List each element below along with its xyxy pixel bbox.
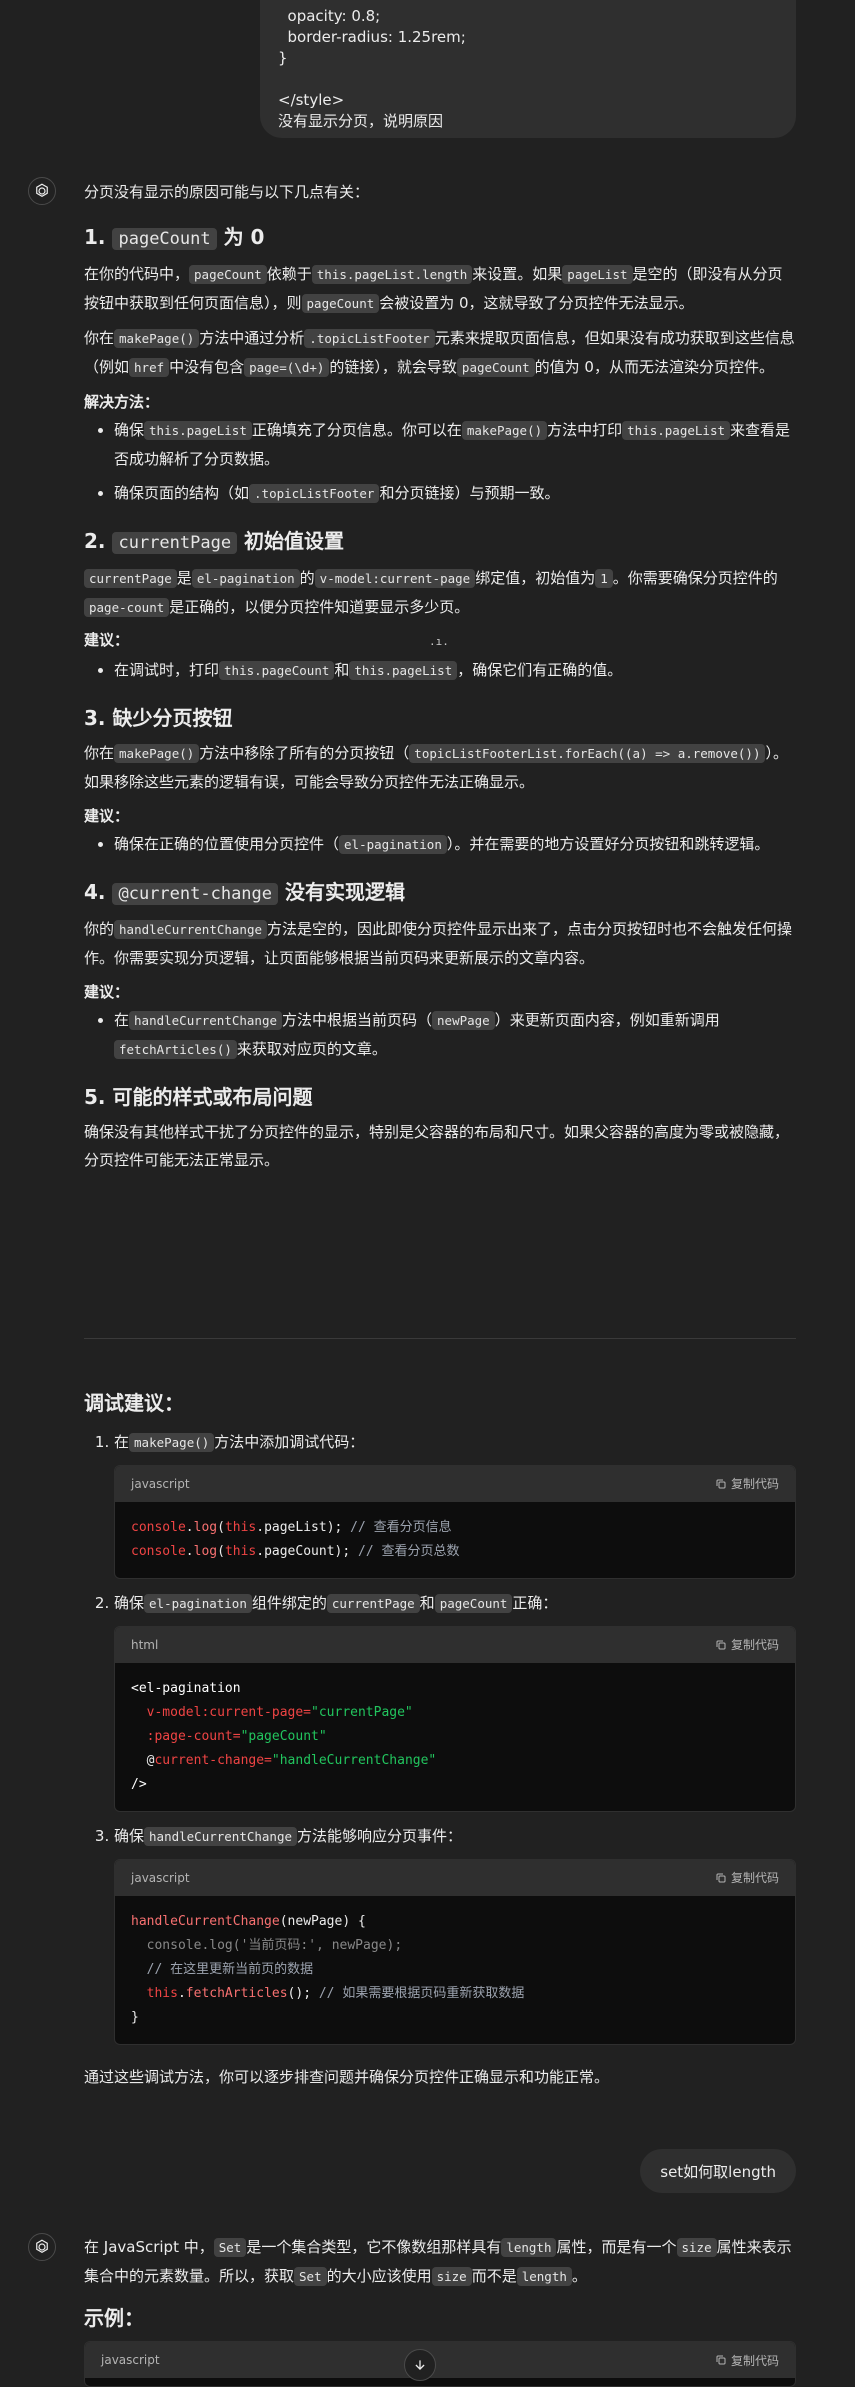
assistant-avatar — [28, 177, 56, 205]
code-language: javascript — [101, 2353, 160, 2367]
user-message-bubble: opacity: 0.8; border-radius: 1.25rem; } … — [260, 0, 796, 138]
openai-logo-icon — [36, 183, 48, 197]
code-block: javascript 复制代码 — [84, 2341, 796, 2387]
intro-text: 分页没有显示的原因可能与以下几点有关： — [84, 183, 370, 201]
openai-logo-icon — [36, 2239, 48, 2253]
inline-code: currentPage — [112, 532, 238, 554]
code-block: javascript 复制代码 handleCurrentChange(newP… — [114, 1859, 796, 2045]
copy-code-button[interactable]: 复制代码 — [715, 1470, 779, 1498]
label-solution: 解决方法： — [84, 393, 160, 411]
debug-heading: 调试建议： — [84, 1391, 184, 1415]
user-message-line: opacity: 0.8; — [278, 7, 381, 25]
numbered-list: 在makePage()方法中添加调试代码： javascript 复制代码 co… — [84, 1428, 796, 2045]
debug-section: 调试建议： 在makePage()方法中添加调试代码： javascript 复… — [84, 1388, 796, 2091]
section-heading-4: 4. @current-change 没有实现逻辑 — [84, 880, 405, 905]
label-suggestion: 建议： .ı. — [84, 631, 449, 649]
section-heading-5: 5. 可能的样式或布局问题 — [84, 1085, 313, 1109]
bullet-list: 在handleCurrentChange方法中根据当前页码（newPage）来更… — [84, 1006, 796, 1064]
code-header: javascript 复制代码 — [115, 1860, 795, 1896]
user-message-line: </style> — [278, 91, 345, 109]
copy-icon — [716, 1479, 726, 1489]
section-heading-3: 3. 缺少分页按钮 — [84, 706, 233, 730]
paragraph: 你在 makePage() 方法中移除了所有的分页按钮（ topicListFoote… — [84, 744, 788, 791]
code-body: <el-pagination v-model:current-page="cur… — [131, 1681, 437, 1792]
list-item: 在makePage()方法中添加调试代码： javascript 复制代码 co… — [114, 1428, 796, 1579]
list-item: 确保this.pageList正确填充了分页信息。你可以在makePage()方… — [114, 416, 796, 473]
code-body: handleCurrentChange(newPage) { console.l… — [131, 1914, 525, 2025]
user-message-line: 没有显示分页，说明原因 — [278, 112, 444, 130]
list-item: 在handleCurrentChange方法中根据当前页码（newPage）来更… — [114, 1006, 796, 1064]
arrow-down-icon — [415, 2360, 425, 2370]
copy-code-button[interactable]: 复制代码 — [715, 2352, 779, 2369]
assistant-message: 分页没有显示的原因可能与以下几点有关： 1. pageCount 为 0 在你的… — [84, 178, 796, 1174]
user-message-text: set如何取length — [660, 2162, 776, 2181]
copy-code-button[interactable]: 复制代码 — [715, 1631, 779, 1659]
bullet-list: 确保this.pageList正确填充了分页信息。你可以在makePage()方… — [84, 416, 796, 508]
paragraph: 你的 handleCurrentChange 方法是空的，因此即使分页控件显示出来了… — [84, 920, 793, 967]
code-header: javascript 复制代码 — [85, 2342, 795, 2378]
paragraph: 在你的代码中， pageCount 依赖于 this.pageList.length 来… — [84, 265, 783, 313]
user-message-bubble: set如何取length — [640, 2149, 796, 2193]
code-header: javascript 复制代码 — [115, 1466, 795, 1502]
paragraph: 确保没有其他样式干扰了分页控件的显示，特别是父容器的布局和尺寸。如果父容器的高度… — [84, 1123, 790, 1169]
list-item: 确保页面的结构（如.topicListFooter和分页链接）与预期一致。 — [114, 479, 796, 508]
user-message-line: border-radius: 1.25rem; — [278, 28, 466, 46]
assistant-avatar — [28, 2233, 56, 2261]
paragraph: 在 JavaScript 中， Set 是一个集合类型，它不像数组那样具有 lengt… — [84, 2238, 792, 2286]
cursor-indicator: .ı. — [429, 635, 449, 648]
bullet-list: 在调试时，打印this.pageCount和this.pageList，确保它们… — [84, 656, 796, 685]
code-language: javascript — [131, 1871, 190, 1885]
outro-text: 通过这些调试方法，你可以逐步排查问题并确保分页控件正确显示和功能正常。 — [84, 2068, 610, 2086]
user-message-line — [278, 69, 778, 90]
paragraph: currentPage 是 el-pagination 的 v-model:curren… — [84, 564, 796, 622]
inline-code: @current-change — [112, 883, 279, 905]
list-item: 确保handleCurrentChange方法能够响应分页事件： javascr… — [114, 1822, 796, 2045]
section-heading-2: 2. currentPage 初始值设置 — [84, 529, 345, 554]
code-body: console.log(this.pageList); // 查看分页信息 co… — [131, 1520, 460, 1559]
label-suggestion: 建议： — [84, 807, 130, 825]
copy-icon — [716, 1873, 726, 1883]
example-heading: 示例： — [84, 2306, 144, 2330]
code-block: html 复制代码 <el-pagination v-model:current… — [114, 1626, 796, 1812]
label-suggestion: 建议： — [84, 983, 130, 1001]
code-language: javascript — [131, 1477, 190, 1491]
inline-code: pageCount — [112, 228, 217, 250]
assistant-message: 在 JavaScript 中， Set 是一个集合类型，它不像数组那样具有 lengt… — [84, 2233, 796, 2387]
user-message-line: } — [278, 49, 288, 67]
bullet-list: 确保在正确的位置使用分页控件（el-pagination）。并在需要的地方设置好… — [84, 830, 796, 859]
code-header: html 复制代码 — [115, 1627, 795, 1663]
copy-icon — [716, 1640, 726, 1650]
list-item: 确保el-pagination组件绑定的currentPage和pageCoun… — [114, 1589, 796, 1812]
code-language: html — [131, 1638, 159, 1652]
divider — [84, 1338, 796, 1339]
scroll-to-bottom-button[interactable] — [404, 2349, 436, 2381]
paragraph: 你在 makePage() 方法中通过分析 .topicListFooter 元素来提取… — [84, 329, 795, 377]
list-item: 在调试时，打印this.pageCount和this.pageList，确保它们… — [114, 656, 796, 685]
section-heading-1: 1. pageCount 为 0 — [84, 225, 265, 250]
list-item: 确保在正确的位置使用分页控件（el-pagination）。并在需要的地方设置好… — [114, 830, 796, 859]
copy-code-button[interactable]: 复制代码 — [715, 1864, 779, 1892]
code-block: javascript 复制代码 console.log(this.pageLis… — [114, 1465, 796, 1579]
copy-icon — [716, 2355, 726, 2365]
